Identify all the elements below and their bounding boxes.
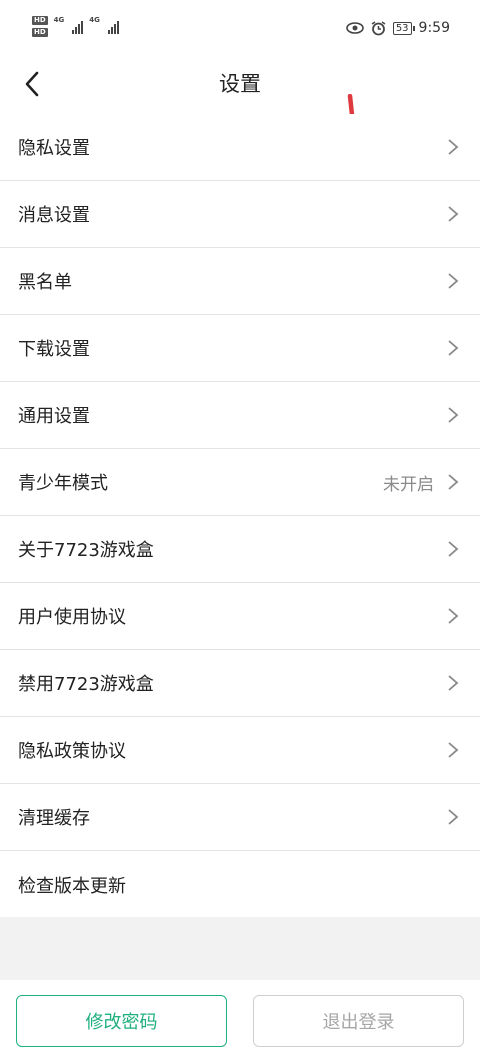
teen-mode-status: 未开启 xyxy=(383,474,434,495)
menu-item-label: 清理缓存 xyxy=(18,808,90,829)
network-type: 4G xyxy=(89,16,100,24)
menu-item-about[interactable]: 关于7723游戏盒 xyxy=(0,516,480,583)
chevron-right-icon xyxy=(448,541,459,557)
alarm-icon xyxy=(371,20,386,35)
menu-item-label: 隐私设置 xyxy=(18,138,90,159)
hd-badge: HD xyxy=(32,16,48,25)
menu-item-teen-mode[interactable]: 青少年模式 未开启 xyxy=(0,449,480,516)
menu-item-privacy-policy[interactable]: 隐私政策协议 xyxy=(0,717,480,784)
menu-item-user-agreement[interactable]: 用户使用协议 xyxy=(0,583,480,650)
page-title: 设置 xyxy=(219,72,261,96)
signal-icon xyxy=(72,18,84,34)
settings-menu: 隐私设置 消息设置 黑名单 下载设置 通用设置 青少年模式 未开启 关于7723… xyxy=(0,114,480,918)
hd-badge: HD xyxy=(32,28,48,37)
menu-item-label: 黑名单 xyxy=(18,272,72,293)
chevron-right-icon xyxy=(448,206,459,222)
chevron-right-icon xyxy=(448,139,459,155)
menu-item-message-settings[interactable]: 消息设置 xyxy=(0,181,480,248)
status-bar: HD HD 4G 4G 53 9:59 xyxy=(0,0,480,58)
bottom-action-bar: 修改密码 退出登录 xyxy=(0,980,480,1061)
logout-button[interactable]: 退出登录 xyxy=(253,995,464,1047)
menu-item-label: 青少年模式 xyxy=(18,473,108,494)
menu-item-label: 通用设置 xyxy=(18,406,90,427)
chevron-right-icon xyxy=(448,474,459,490)
menu-item-label: 隐私政策协议 xyxy=(18,741,126,762)
menu-item-blacklist[interactable]: 黑名单 xyxy=(0,248,480,315)
change-password-button[interactable]: 修改密码 xyxy=(16,995,227,1047)
menu-item-label: 用户使用协议 xyxy=(18,607,126,628)
eye-icon xyxy=(346,22,364,34)
menu-item-label: 下载设置 xyxy=(18,339,90,360)
header: 设置 xyxy=(0,58,480,110)
menu-item-download-settings[interactable]: 下载设置 xyxy=(0,315,480,382)
battery-icon: 53 xyxy=(392,21,415,35)
menu-item-label: 禁用7723游戏盒 xyxy=(18,674,154,695)
hd-badges: HD HD xyxy=(32,16,48,37)
menu-item-disable-app[interactable]: 禁用7723游戏盒 xyxy=(0,650,480,717)
chevron-right-icon xyxy=(448,273,459,289)
menu-item-label: 消息设置 xyxy=(18,205,90,226)
chevron-right-icon xyxy=(448,675,459,691)
signal-icon xyxy=(107,18,119,34)
chevron-right-icon xyxy=(448,608,459,624)
status-left: HD HD 4G 4G xyxy=(32,16,119,37)
menu-item-check-update[interactable]: 检查版本更新 xyxy=(0,851,480,918)
network-type: 4G xyxy=(53,16,65,24)
chevron-right-icon xyxy=(448,340,459,356)
clock-time: 9:59 xyxy=(418,20,450,36)
status-right: 53 9:59 xyxy=(346,20,450,36)
menu-item-clear-cache[interactable]: 清理缓存 xyxy=(0,784,480,851)
menu-item-label: 检查版本更新 xyxy=(18,875,126,897)
section-spacer xyxy=(0,917,480,980)
menu-item-privacy-settings[interactable]: 隐私设置 xyxy=(0,114,480,181)
chevron-right-icon xyxy=(448,407,459,423)
chevron-right-icon xyxy=(448,809,459,825)
menu-item-general-settings[interactable]: 通用设置 xyxy=(0,382,480,449)
chevron-right-icon xyxy=(448,742,459,758)
menu-item-label: 关于7723游戏盒 xyxy=(18,540,154,561)
